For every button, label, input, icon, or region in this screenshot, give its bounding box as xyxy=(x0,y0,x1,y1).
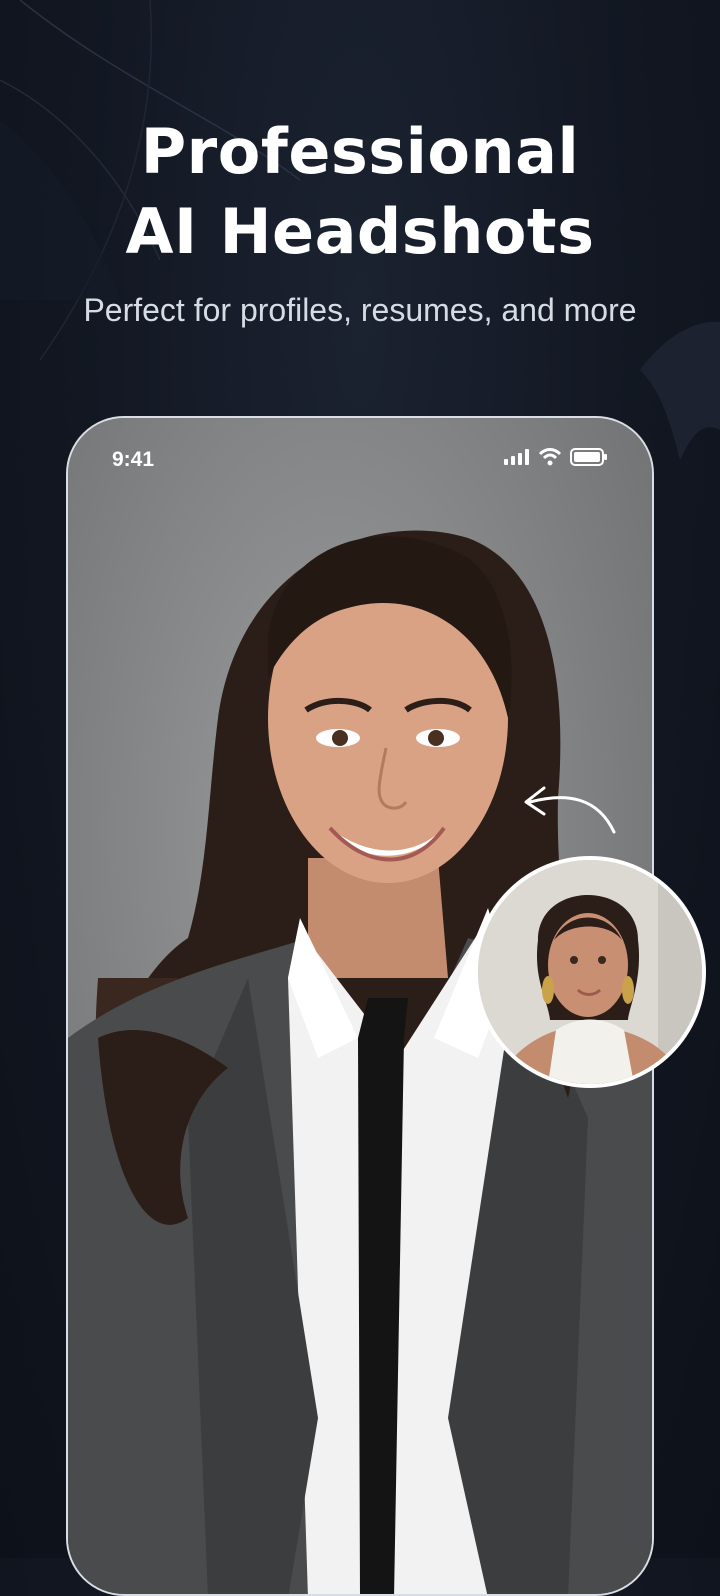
status-time: 9:41 xyxy=(112,448,155,471)
original-selfie-thumbnail xyxy=(474,856,706,1088)
hero-title: Professional AI Headshots xyxy=(0,112,720,272)
arrow-icon xyxy=(524,786,616,834)
signal-icon xyxy=(504,449,529,465)
battery-icon xyxy=(570,448,607,466)
status-bar-icons xyxy=(504,448,608,466)
hero-title-line2: AI Headshots xyxy=(125,195,595,268)
hero-title-line1: Professional xyxy=(140,115,580,188)
selfie-image xyxy=(478,860,702,1084)
hero-subtitle: Perfect for profiles, resumes, and more xyxy=(83,292,637,328)
wifi-icon xyxy=(538,448,562,466)
